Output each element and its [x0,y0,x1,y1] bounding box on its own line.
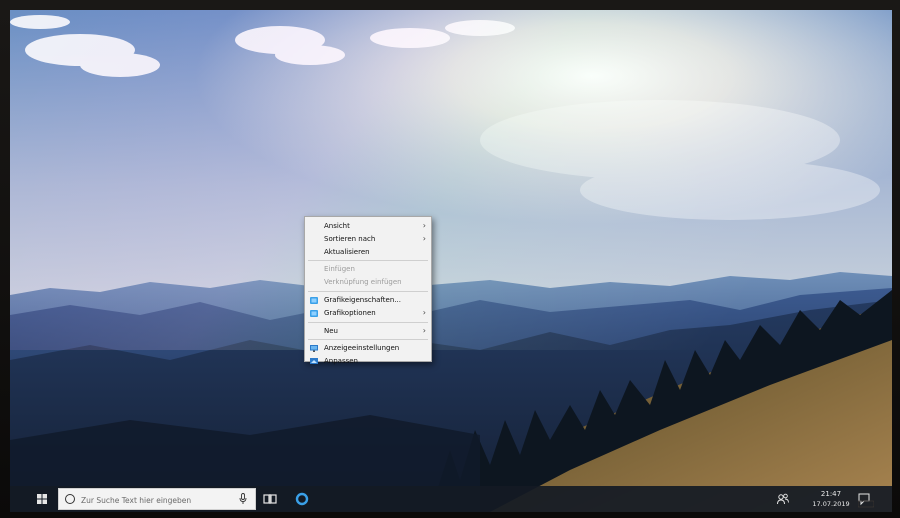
chevron-right-icon: › [422,325,426,335]
menu-item-aktualisieren[interactable]: Aktualisieren [305,246,431,259]
display-settings-icon [310,345,318,353]
microphone-icon[interactable] [239,493,247,505]
cortana-icon[interactable] [294,491,310,507]
taskbar-search-box[interactable] [58,488,256,510]
menu-item-label: Grafikoptionen [324,308,376,317]
monitor-logo-icon [858,500,874,508]
menu-item-label: Sortieren nach [324,234,376,243]
chevron-right-icon: › [422,221,426,230]
menu-item-anzeigeeinstellungen[interactable]: Anzeigeeinstellungen [305,342,431,355]
menu-item-anpassen[interactable]: Anpassen [305,355,431,368]
windows-start-icon[interactable] [28,486,56,512]
menu-item-label: Anzeigeeinstellungen [324,344,400,353]
menu-item-grafikoptionen[interactable]: Grafikoptionen › [305,307,431,320]
desktop-context-menu: Ansicht › Sortieren nach › Aktualisieren… [304,216,432,365]
menu-item-label: Einfügen [324,265,355,274]
task-view-icon[interactable] [262,490,278,508]
people-icon[interactable] [776,492,790,506]
menu-item-neu[interactable]: Neu › [305,325,431,338]
menu-item-label: Ansicht [324,222,350,230]
desktop-screen[interactable]: Ansicht › Sortieren nach › Aktualisieren… [10,10,892,512]
chevron-right-icon: › [422,233,426,243]
intel-graphics-icon [310,296,318,304]
menu-separator [308,321,428,323]
menu-item-label: Anpassen [324,357,358,366]
menu-item-label: Verknüpfung einfügen [324,278,402,287]
menu-item-verknuepfung-einfuegen: Verknüpfung einfügen [305,276,431,289]
menu-item-label: Grafikeigenschaften... [324,295,401,304]
taskbar-clock[interactable]: 21:47 17.07.2019 [808,489,854,509]
menu-separator [308,339,428,341]
cortana-ring-icon [65,494,75,504]
search-input[interactable] [81,493,231,507]
taskbar: 21:47 17.07.2019 [10,486,892,512]
menu-item-label: Neu [324,326,338,335]
menu-item-grafikeigenschaften[interactable]: Grafikeigenschaften... [305,294,431,307]
personalize-icon [310,358,318,365]
chevron-right-icon: › [422,307,426,317]
clock-date: 17.07.2019 [812,500,850,508]
menu-item-label: Aktualisieren [324,247,370,256]
menu-item-sortieren-nach[interactable]: Sortieren nach › [305,233,431,246]
clock-time: 21:47 [820,490,842,498]
menu-separator [308,290,428,292]
menu-item-ansicht[interactable]: Ansicht › [305,220,431,233]
menu-separator [308,260,428,262]
desktop-wallpaper [10,10,892,512]
intel-graphics-icon [310,309,318,317]
menu-item-einfuegen: Einfügen [305,263,431,276]
